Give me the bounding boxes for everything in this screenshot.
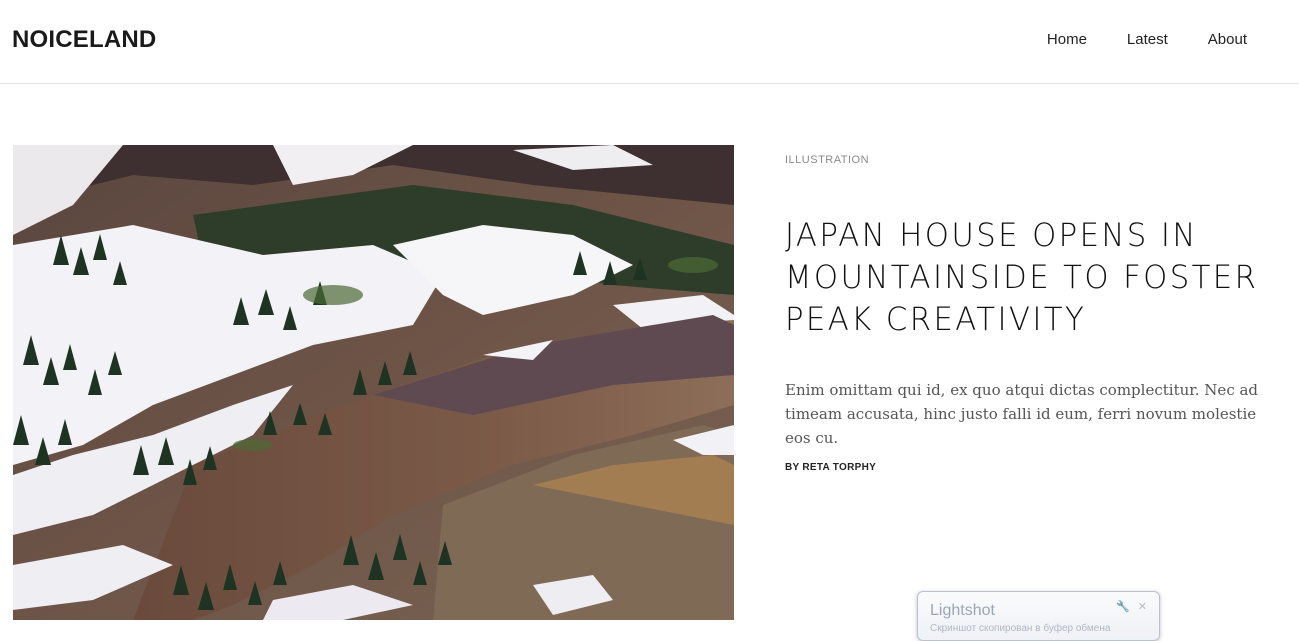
nav-about-link[interactable]: About <box>1208 30 1247 50</box>
article-excerpt: Enim omittam qui id, ex quo atqui dictas… <box>785 381 1259 447</box>
mountain-photo <box>13 145 734 620</box>
site-logo[interactable]: NOICELAND <box>12 25 156 55</box>
main-nav: Home Latest About <box>1047 30 1247 50</box>
lightshot-message: Скриншот скопирован в буфер обмена <box>930 623 1111 634</box>
lightshot-notification[interactable]: Lightshot 🔧 ✕ Скриншот скопирован в буфе… <box>917 591 1160 641</box>
close-icon[interactable]: ✕ <box>1138 600 1147 613</box>
article-category[interactable]: ILLUSTRATION <box>785 150 1265 170</box>
lightshot-controls: 🔧 ✕ <box>1116 600 1147 613</box>
article-title[interactable]: JAPAN HOUSE OPENS IN MOUNTAINSIDE TO FOS… <box>785 214 1265 340</box>
article-hero-image[interactable] <box>13 145 734 620</box>
site-header: NOICELAND Home Latest About <box>0 0 1299 84</box>
lightshot-title: Lightshot <box>930 602 995 619</box>
nav-latest-link[interactable]: Latest <box>1127 30 1168 50</box>
wrench-icon[interactable]: 🔧 <box>1116 600 1130 613</box>
nav-home-link[interactable]: Home <box>1047 30 1087 50</box>
featured-article: ILLUSTRATION JAPAN HOUSE OPENS IN MOUNTA… <box>785 150 1265 473</box>
article-byline[interactable]: BY RETA TORPHY <box>785 462 1265 473</box>
